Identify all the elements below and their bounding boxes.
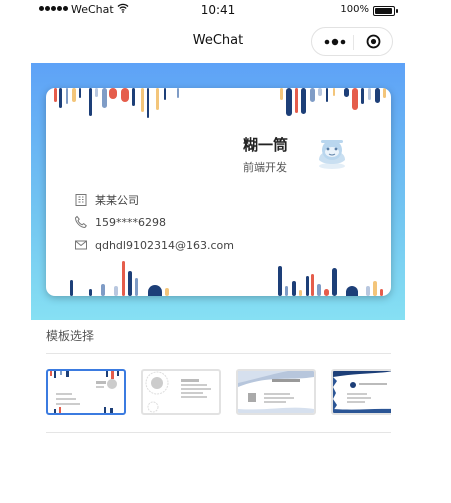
template-thumb-4[interactable] <box>331 369 391 415</box>
mini-program-capsule <box>311 27 393 56</box>
capsule-divider <box>353 35 354 50</box>
avatar <box>319 140 345 169</box>
company-row: 某某公司 <box>74 192 139 208</box>
business-card[interactable]: 糊一筒 前端开发 某某公司 159****6298 qdhdl9102314@1… <box>46 88 391 296</box>
battery-percent: 100% <box>340 4 369 15</box>
email-address: qdhdl9102314@163.com <box>95 238 234 252</box>
company-name: 某某公司 <box>95 194 139 207</box>
phone-screen: WeChat 10:41 100% WeChat 糊一筒 前端开发 某某公司 1… <box>31 0 405 503</box>
phone-icon <box>74 215 87 229</box>
close-icon[interactable] <box>366 34 381 49</box>
mail-icon <box>75 240 87 250</box>
card-top-decoration <box>54 88 386 118</box>
person-name: 糊一筒 <box>243 136 289 154</box>
job-title: 前端开发 <box>243 161 287 174</box>
status-bar: WeChat 10:41 100% <box>31 0 405 22</box>
nav-bar: WeChat <box>31 22 405 63</box>
card-bottom-decoration <box>70 261 383 296</box>
battery-icon <box>373 6 395 16</box>
template-thumb-1[interactable] <box>46 369 126 415</box>
card-preview-area: 糊一筒 前端开发 某某公司 159****6298 qdhdl9102314@1… <box>31 63 405 320</box>
phone-number: 159****6298 <box>95 215 166 229</box>
battery-cap <box>396 9 398 13</box>
template-section-title: 模板选择 <box>46 329 95 343</box>
section-divider <box>46 353 391 354</box>
section-divider-bottom <box>46 432 391 433</box>
building-icon <box>75 194 87 206</box>
template-thumb-3[interactable] <box>236 369 316 415</box>
email-row[interactable]: qdhdl9102314@163.com <box>74 238 234 252</box>
phone-row[interactable]: 159****6298 <box>74 215 166 229</box>
more-icon[interactable] <box>322 35 350 49</box>
template-thumb-2[interactable] <box>141 369 221 415</box>
template-list[interactable] <box>46 369 391 417</box>
